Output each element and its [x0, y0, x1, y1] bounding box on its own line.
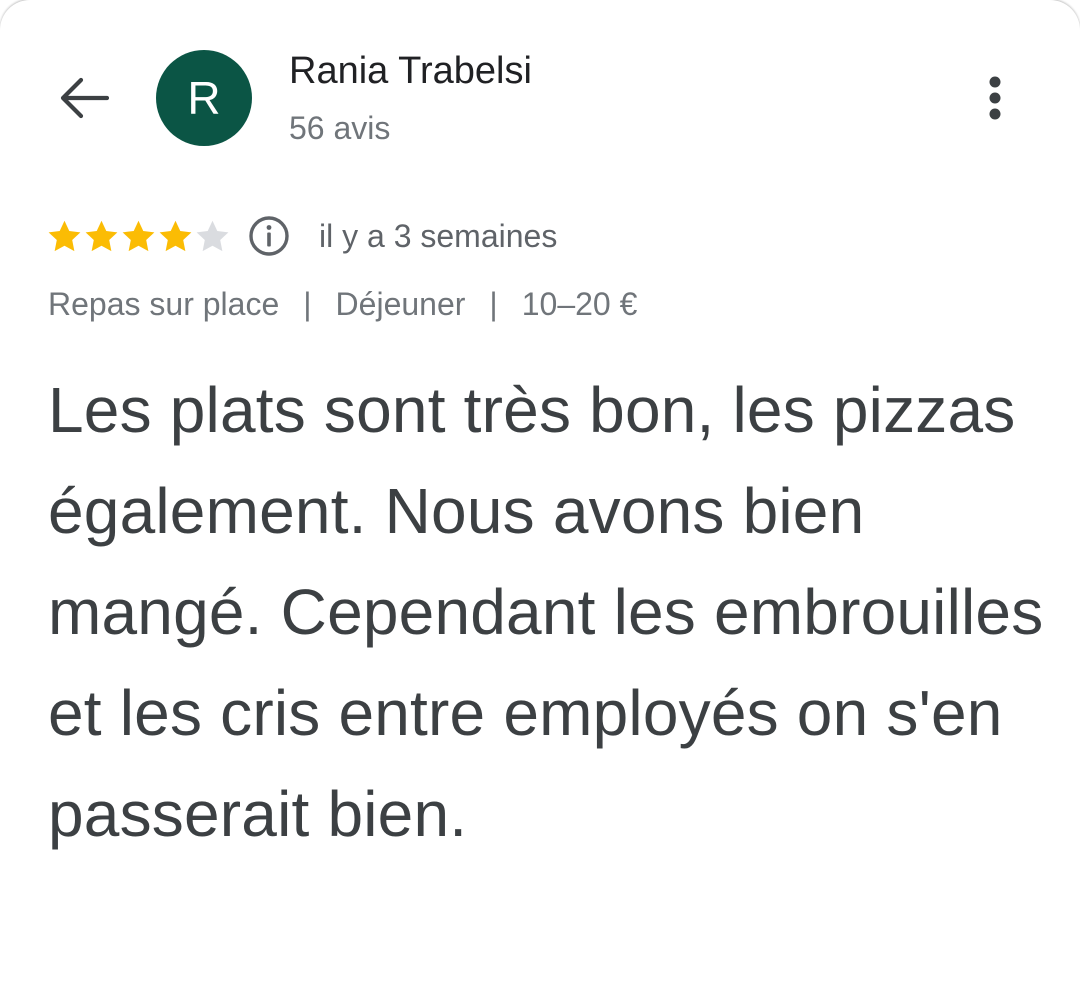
star-filled-icon: [159, 220, 192, 251]
star-filled-icon: [48, 220, 81, 251]
star-filled-icon: [85, 220, 118, 251]
avatar-initial: R: [187, 72, 221, 124]
star-rating: [46, 218, 231, 255]
arrow-left-icon: [60, 77, 109, 119]
service-type: Repas sur place: [48, 286, 280, 322]
reviewer-review-count: 56 avis: [289, 110, 391, 146]
price-range: 10–20 €: [521, 286, 638, 322]
star-empty-icon: [196, 220, 229, 251]
info-button[interactable]: [247, 214, 291, 258]
separator: |: [489, 286, 498, 322]
separator: |: [303, 286, 312, 322]
more-options-button[interactable]: [965, 70, 1025, 126]
visit-details: Repas sur place | Déjeuner | 10–20 €: [48, 286, 637, 323]
avatar[interactable]: R: [156, 50, 252, 146]
star-filled-icon: [122, 220, 155, 251]
reviewer-name[interactable]: Rania Trabelsi: [289, 50, 532, 93]
back-button[interactable]: [48, 66, 118, 130]
review-card: R Rania Trabelsi 56 avis il y a 3 semain…: [0, 0, 1080, 983]
review-text: Les plats sont très bon, les pizzas égal…: [48, 374, 1044, 850]
rating-row: il y a 3 semaines: [46, 212, 557, 260]
review-date: il y a 3 semaines: [319, 217, 558, 254]
info-icon: [249, 216, 289, 256]
meal-type: Déjeuner: [335, 286, 466, 322]
more-vert-icon: [989, 76, 1001, 120]
